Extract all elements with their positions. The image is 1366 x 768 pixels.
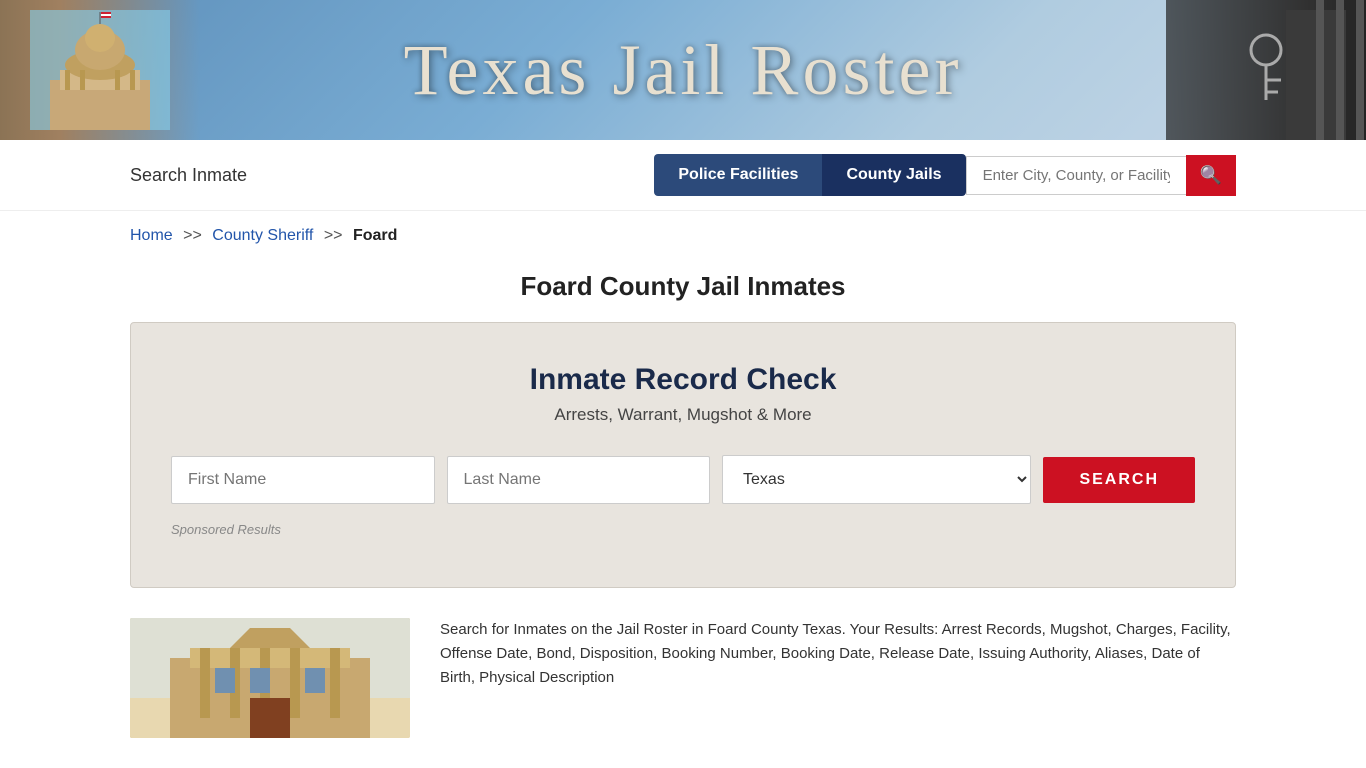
facility-search-button[interactable]: 🔍 [1186, 155, 1236, 196]
record-check-subtitle: Arrests, Warrant, Mugshot & More [171, 405, 1195, 425]
breadcrumb-current: Foard [353, 227, 397, 244]
search-icon: 🔍 [1200, 165, 1222, 186]
record-check-title: Inmate Record Check [171, 363, 1195, 397]
facility-search-input[interactable] [966, 156, 1186, 195]
capitol-dome-icon [30, 10, 170, 130]
breadcrumb-home-link[interactable]: Home [130, 227, 173, 244]
police-facilities-button[interactable]: Police Facilities [654, 154, 822, 196]
banner-title: Texas Jail Roster [404, 29, 963, 112]
banner-left-overlay [0, 0, 200, 140]
county-jails-button[interactable]: County Jails [822, 154, 965, 196]
jail-keys-icon [1166, 0, 1366, 140]
last-name-input[interactable] [447, 456, 711, 504]
sponsored-results-label: Sponsored Results [171, 522, 1195, 537]
record-search-button[interactable]: SEARCH [1043, 457, 1195, 503]
bottom-section: Search for Inmates on the Jail Roster in… [0, 618, 1366, 738]
record-check-form: AlabamaAlaskaArizonaArkansasCaliforniaCo… [171, 455, 1195, 504]
county-building-image [130, 618, 410, 738]
banner: Texas Jail Roster [0, 0, 1366, 140]
page-title: Foard County Jail Inmates [0, 271, 1366, 302]
breadcrumb-sep2: >> [324, 227, 343, 244]
record-check-section: Inmate Record Check Arrests, Warrant, Mu… [130, 322, 1236, 588]
breadcrumb-sep1: >> [183, 227, 202, 244]
bottom-description: Search for Inmates on the Jail Roster in… [440, 618, 1236, 690]
navbar: Search Inmate Police Facilities County J… [0, 140, 1366, 211]
banner-right-overlay [1166, 0, 1366, 140]
breadcrumb: Home >> County Sheriff >> Foard [0, 211, 1366, 261]
search-inmate-label: Search Inmate [130, 165, 247, 186]
first-name-input[interactable] [171, 456, 435, 504]
nav-right-group: Police Facilities County Jails 🔍 [654, 154, 1236, 196]
page-title-section: Foard County Jail Inmates [0, 261, 1366, 322]
state-select[interactable]: AlabamaAlaskaArizonaArkansasCaliforniaCo… [722, 455, 1031, 504]
county-building-svg [130, 618, 410, 738]
breadcrumb-county-sheriff-link[interactable]: County Sheriff [212, 227, 313, 244]
